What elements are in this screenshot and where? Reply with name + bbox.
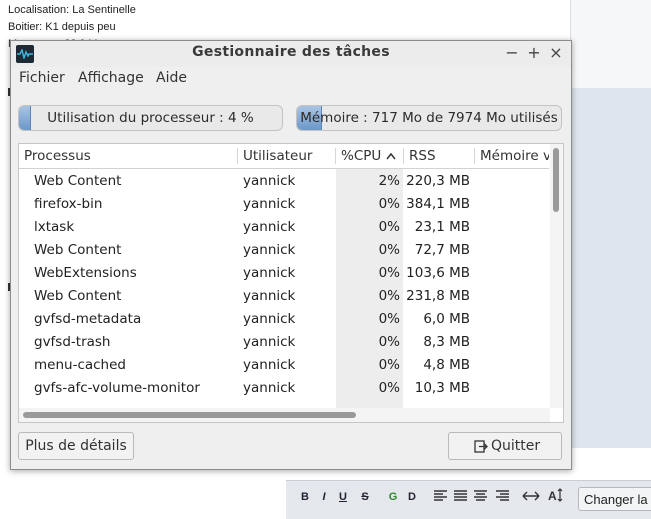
process-name-cell: Web Content [34,173,122,189]
user-cell: yannick [243,380,296,396]
process-name-cell: gvfsd-trash [34,334,111,350]
italic-button[interactable]: I [317,489,331,505]
user-cell: yannick [243,288,296,304]
table-row[interactable]: lxtask yannick 0% 23,1 MB [19,216,549,239]
sort-ascending-icon [386,152,396,160]
user-cell: yannick [243,357,296,373]
minimize-button[interactable]: − [503,44,521,62]
process-name-cell: Web Content [34,288,122,304]
rss-cell: 10,3 MB [414,380,470,396]
user-cell: yannick [243,334,296,350]
menu-fichier[interactable]: Fichier [19,70,65,86]
cpu-usage-label: Utilisation du processeur : 4 % [47,110,254,126]
rss-cell: 6,0 MB [423,311,470,327]
process-name-cell: menu-cached [34,357,126,373]
window-title: Gestionnaire des tâches [192,44,390,60]
title-bar[interactable]: Gestionnaire des tâches − + × [11,41,571,67]
cpu-cell: 0% [378,311,400,327]
quit-button[interactable]: Quitter [448,432,562,460]
user-cell: yannick [243,265,296,281]
cpu-cell: 0% [378,265,400,281]
cpu-cell: 0% [378,357,400,373]
strikethrough-button[interactable]: S [358,489,372,505]
table-row[interactable]: firefox-bin yannick 0% 384,1 MB [19,193,549,216]
table-row[interactable]: gvfs-afc-volume-monitor yannick 0% 10,3 MB [19,377,549,400]
align-right-icon[interactable] [496,490,509,502]
rss-cell: 72,7 MB [414,242,470,258]
rss-cell: 23,1 MB [414,219,470,235]
menu-affichage[interactable]: Affichage [78,70,144,86]
cpu-cell: 0% [378,288,400,304]
align-center-icon[interactable] [474,490,487,502]
cpu-cell: 0% [378,242,400,258]
table-row[interactable]: gvfsd-metadata yannick 0% 6,0 MB [19,308,549,331]
table-row[interactable]: WebExtensions yannick 0% 103,6 MB [19,262,549,285]
column-header-cpu[interactable]: %CPU [336,144,386,168]
rss-cell: 4,8 MB [423,357,470,373]
menu-bar: Fichier Affichage Aide [11,67,571,91]
process-name-cell: lxtask [34,219,75,235]
user-location: Localisation: La Sentinelle [8,4,136,16]
more-details-button[interactable]: Plus de détails [18,432,134,460]
memory-usage-label: Mémoire : 717 Mo de 7974 Mo utilisés [300,110,558,126]
menu-aide[interactable]: Aide [156,70,187,86]
close-button[interactable]: × [547,44,565,62]
user-cell: yannick [243,242,296,258]
font-size-icon[interactable]: A [548,487,564,503]
exit-icon [474,440,488,453]
quit-button-label: Quitter [491,438,541,454]
process-name-cell: gvfsd-metadata [34,311,142,327]
forum-side-panel [570,88,651,448]
cpu-cell: 0% [378,196,400,212]
rss-cell: 103,6 MB [406,265,470,281]
column-header-user[interactable]: Utilisateur [238,144,335,168]
user-device: Boitier: K1 depuis peu [8,21,116,33]
table-row[interactable]: gvfsd-trash yannick 0% 8,3 MB [19,331,549,354]
rss-cell: 231,8 MB [406,288,470,304]
rss-cell: 220,3 MB [406,173,470,189]
cpu-cell: 2% [378,173,400,189]
align-justify-icon[interactable] [454,490,467,502]
user-cell: yannick [243,311,296,327]
table-header: Processus Utilisateur %CPU RSS Mémoire v [19,144,549,169]
horizontal-arrows-icon[interactable] [522,490,540,502]
table-row[interactable]: menu-cached yannick 0% 4,8 MB [19,354,549,377]
user-cell: yannick [243,219,296,235]
column-header-process[interactable]: Processus [19,144,237,168]
task-manager-window: Gestionnaire des tâches − + × Fichier Af… [10,40,572,470]
align-left-icon[interactable] [434,490,447,502]
underline-button[interactable]: U [336,489,350,505]
forum-side-panel-top [570,0,651,88]
svg-text:A: A [548,489,557,503]
font-button[interactable]: D [405,489,419,505]
horizontal-scroll-thumb[interactable] [23,412,356,418]
process-name-cell: firefox-bin [34,196,103,212]
bold-button[interactable]: B [298,489,312,505]
cpu-usage-bar: Utilisation du processeur : 4 % [18,105,283,131]
cpu-cell: 0% [378,219,400,235]
user-cell: yannick [243,173,296,189]
memory-usage-bar: Mémoire : 717 Mo de 7974 Mo utilisés [296,105,562,131]
vertical-scrollbar[interactable] [550,144,563,408]
cpu-cell: 0% [378,380,400,396]
maximize-button[interactable]: + [525,44,543,62]
column-header-rss[interactable]: RSS [404,144,474,168]
user-cell: yannick [243,196,296,212]
change-button[interactable]: Changer la [578,487,651,511]
process-name-cell: Web Content [34,242,122,258]
column-header-virtual-memory[interactable]: Mémoire v [475,144,549,168]
vertical-scroll-thumb[interactable] [553,148,559,212]
rss-cell: 384,1 MB [406,196,470,212]
table-row[interactable]: Web Content yannick 0% 72,7 MB [19,239,549,262]
process-name-cell: WebExtensions [34,265,137,281]
process-table: Processus Utilisateur %CPU RSS Mémoire v… [18,143,564,423]
table-row[interactable]: Web Content yannick 2% 220,3 MB [19,170,549,193]
process-name-cell: gvfs-afc-volume-monitor [34,380,200,396]
horizontal-scrollbar[interactable] [19,408,550,422]
color-button[interactable]: G [386,489,400,505]
cpu-cell: 0% [378,334,400,350]
table-row[interactable]: Web Content yannick 0% 231,8 MB [19,285,549,308]
rss-cell: 8,3 MB [423,334,470,350]
